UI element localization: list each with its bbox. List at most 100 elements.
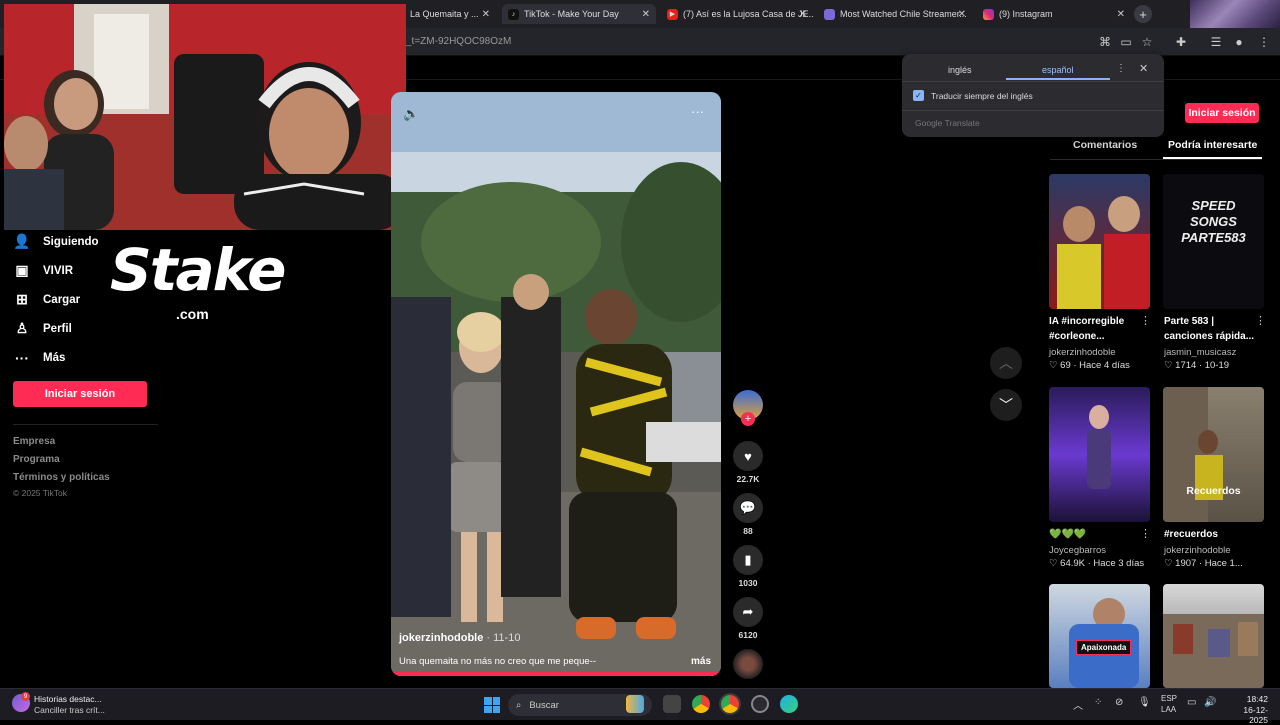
sidebar-item-upload[interactable]: ⊞ Cargar (13, 291, 80, 308)
card-title[interactable]: Parte 583 | canciones rápida... (1164, 314, 1256, 344)
video-card-thumbnail[interactable] (1163, 584, 1264, 688)
new-tab-button[interactable]: + (1134, 5, 1152, 23)
author-name[interactable]: jokerzinhodoble (399, 632, 483, 644)
card-title[interactable]: IA #incorregible #corleone... (1049, 314, 1141, 344)
clock-time[interactable]: 18:42 (1230, 694, 1268, 704)
extensions-icon[interactable]: ✚ (1173, 34, 1189, 50)
sidebar-divider (13, 424, 158, 425)
card-title[interactable]: 💚💚💚 (1049, 527, 1141, 542)
heart-icon[interactable]: ♥ (733, 441, 763, 471)
tab-tiktok[interactable]: ♪ TikTok - Make Your Day ✕ (502, 4, 656, 24)
thumbnail-text: SPEED SONGS PARTE583 (1181, 198, 1246, 245)
follow-plus-icon[interactable]: + (741, 412, 755, 426)
input-language[interactable]: ESP (1161, 694, 1177, 703)
footer-link-terms[interactable]: Términos y políticas (13, 472, 110, 483)
sidebar-item-label: Más (43, 352, 66, 364)
cast-icon[interactable]: ▭ (1118, 34, 1134, 50)
caption-more-link[interactable]: más (691, 656, 711, 667)
previous-video-button[interactable]: ︿ (990, 347, 1022, 379)
chrome-active-icon[interactable] (721, 695, 739, 713)
video-card-thumbnail[interactable]: Recuerdos (1163, 387, 1264, 522)
heart-outline-icon: ♡ (1049, 360, 1061, 371)
target-language-tab[interactable]: español (1042, 65, 1074, 75)
card-author[interactable]: Joycegbarros (1049, 545, 1106, 556)
search-highlight-icon[interactable] (626, 695, 644, 713)
card-author[interactable]: jokerzinhodoble (1164, 545, 1231, 556)
close-tab-icon[interactable]: ✕ (958, 9, 966, 20)
input-layout[interactable]: LAA (1161, 705, 1176, 714)
close-tab-icon[interactable]: ✕ (799, 9, 807, 20)
tab-comments[interactable]: Comentarios (1073, 139, 1137, 151)
profile-avatar-icon[interactable]: ● (1231, 34, 1247, 50)
task-view-icon[interactable] (663, 695, 681, 713)
tray-overflow-icon[interactable]: ︿ (1073, 697, 1083, 712)
tray-app-icon[interactable]: ⁘ (1094, 697, 1102, 708)
card-options-icon[interactable]: ⋮ (1140, 314, 1151, 327)
obs-icon[interactable] (751, 695, 769, 713)
tray-network-icon[interactable]: ⊘ (1115, 697, 1123, 708)
video-player[interactable]: 🔈 ··· jokerzinhodoble · 11-10 Una quemai… (391, 92, 721, 676)
music-disc[interactable] (733, 649, 763, 679)
source-language-tab[interactable]: inglés (948, 65, 972, 75)
url-field[interactable]: _t=ZM-92HQOC98OzM (406, 36, 511, 47)
video-progress-bar[interactable] (391, 672, 721, 676)
card-author[interactable]: jasmin_musicasz (1164, 347, 1236, 358)
translate-menu-icon[interactable]: ⋮ (1116, 63, 1126, 74)
next-video-button[interactable]: ﹀ (990, 389, 1022, 421)
video-card-thumbnail[interactable]: SPEED SONGS PARTE583 (1163, 174, 1264, 309)
close-tab-icon[interactable]: ✕ (1117, 9, 1125, 20)
tab-streamers[interactable]: Most Watched Chile Streamer... ✕ (818, 4, 972, 24)
volume-icon[interactable]: 🔊 (1204, 697, 1216, 708)
sidebar-item-live[interactable]: ▣ VIVIR (13, 262, 73, 279)
like-action[interactable]: ♥ 22.7K (733, 441, 763, 484)
comment-icon[interactable]: 💬 (733, 493, 763, 523)
card-options-icon[interactable]: ⋮ (1140, 527, 1151, 540)
video-card-thumbnail[interactable]: Apaixonada (1049, 584, 1150, 688)
login-button[interactable]: Iniciar sesión (13, 381, 147, 407)
news-widget-subtitle[interactable]: Canciller tras crít... (34, 705, 105, 715)
share-icon[interactable]: ➦ (733, 597, 763, 627)
news-widget-title[interactable]: Historias destac... (34, 694, 102, 704)
tab-recommended[interactable]: Podría interesarte (1168, 139, 1257, 151)
card-author[interactable]: jokerzinhodoble (1049, 347, 1116, 358)
sidebar-item-more[interactable]: ··· Más (13, 350, 65, 366)
tab-instagram[interactable]: (9) Instagram ✕ (977, 4, 1131, 24)
tab-youtube[interactable]: ▶ (7) Así es la Lujosa Casa de JE... ✕ (661, 4, 813, 24)
creator-avatar[interactable]: + (733, 390, 763, 426)
bookmark-star-icon[interactable]: ☆ (1139, 34, 1155, 50)
comment-action[interactable]: 💬 88 (733, 493, 763, 536)
comment-count: 88 (743, 526, 753, 536)
card-title[interactable]: #recuerdos (1164, 527, 1256, 542)
bookmark-icon[interactable]: ▮ (733, 545, 763, 575)
edge-icon[interactable] (780, 695, 798, 713)
close-tab-icon[interactable]: ✕ (482, 9, 490, 20)
close-tab-icon[interactable]: ✕ (642, 9, 650, 20)
music-disc-icon[interactable] (733, 649, 763, 679)
browser-menu-icon[interactable]: ⋮ (1256, 34, 1272, 50)
clock-date[interactable]: 16-12-2025 (1226, 705, 1268, 725)
video-options-icon[interactable]: ··· (691, 104, 704, 119)
video-author[interactable]: jokerzinhodoble · 11-10 (399, 632, 520, 644)
card-options-icon[interactable]: ⋮ (1255, 314, 1266, 327)
footer-link-program[interactable]: Programa (13, 454, 60, 465)
windows-start-icon[interactable] (484, 697, 500, 713)
mute-icon[interactable]: 🔈 (403, 106, 419, 122)
right-login-button[interactable]: Iniciar sesión (1185, 103, 1259, 123)
tab-quemaita[interactable]: La Quemaita y ... ✕ (404, 4, 496, 24)
footer-link-company[interactable]: Empresa (13, 436, 55, 447)
video-card-thumbnail[interactable] (1049, 174, 1150, 309)
translate-icon[interactable]: ⌘ (1097, 34, 1113, 50)
reading-list-icon[interactable]: ☰ (1208, 34, 1224, 50)
share-action[interactable]: ➦ 6120 (733, 597, 763, 640)
sidebar-item-following[interactable]: 👤 Siguiendo (13, 233, 98, 250)
always-translate-checkbox[interactable]: ✓ (913, 90, 924, 101)
microphone-icon[interactable]: 🎙 (1138, 697, 1151, 708)
video-card-thumbnail[interactable] (1049, 387, 1150, 522)
display-icon[interactable]: ▭ (1187, 697, 1196, 708)
chrome-icon[interactable] (692, 695, 710, 713)
save-action[interactable]: ▮ 1030 (733, 545, 763, 588)
always-translate-label[interactable]: Traducir siempre del inglés (931, 91, 1033, 101)
sidebar-item-profile[interactable]: ♙ Perfil (13, 320, 72, 337)
close-icon[interactable]: ✕ (1139, 62, 1148, 75)
card-stats: ♡ 69 · Hace 4 días (1049, 360, 1130, 371)
